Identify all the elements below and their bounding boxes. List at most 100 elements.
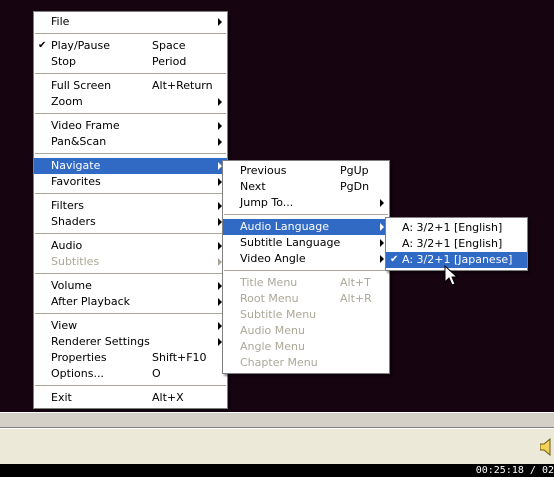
menu-item-label: Audio [51,239,83,252]
main-menu-item-subtitles: Subtitles [34,254,227,270]
menu-item-shortcut: O [152,367,161,380]
navigate-menu-item-subtitle-menu: Subtitle Menu [223,307,389,323]
main-menu-item-exit[interactable]: Exit Alt+X [34,390,227,406]
navigate-menu-item-subtitle-language[interactable]: Subtitle Language [223,235,389,251]
menu-separator [35,113,226,114]
navigate-submenu: Previous PgUp Next PgDn Jump To... Audio Lang… [222,160,390,374]
control-bar [0,428,554,464]
menu-item-label: Options... [51,367,104,380]
menu-item-shortcut: Period [152,55,187,68]
menu-item-label: Properties [51,351,107,364]
menu-item-label: Video Angle [240,252,306,265]
main-menu-item-zoom[interactable]: Zoom [34,94,227,110]
menu-item-label: A: 3/2+1 [English] [402,221,503,234]
menu-separator [35,73,226,74]
main-menu-item-file[interactable]: File [34,14,227,30]
main-menu-item-full-screen[interactable]: Full Screen Alt+Return [34,78,227,94]
menu-item-label: Audio Menu [240,324,305,337]
menu-item-shortcut: Shift+F10 [152,351,207,364]
main-menu-item-volume[interactable]: Volume [34,278,227,294]
main-menu-item-video-frame[interactable]: Video Frame [34,118,227,134]
menu-item-label: Next [240,180,266,193]
menu-item-label: Play/Pause [51,39,110,52]
menu-item-label: Filters [51,199,84,212]
main-menu-item-after-playback[interactable]: After Playback [34,294,227,310]
menu-item-label: Exit [51,391,72,404]
menu-item-label: Subtitle Menu [240,308,317,321]
submenu-arrow-icon [380,239,384,247]
submenu-arrow-icon [218,98,222,106]
main-menu-item-play-pause[interactable]: ✔ Play/Pause Space [34,38,227,54]
menu-separator [35,385,226,386]
mouse-pointer-icon [444,265,458,286]
menu-item-label: Renderer Settings [51,335,150,348]
main-menu-item-renderer-settings[interactable]: Renderer Settings [34,334,227,350]
main-menu-item-favorites[interactable]: Favorites [34,174,227,190]
navigate-menu-item-audio-menu: Audio Menu [223,323,389,339]
menu-item-label: File [51,15,70,28]
menu-item-label: Navigate [51,159,101,172]
submenu-arrow-icon [218,138,222,146]
main-menu-item-filters[interactable]: Filters [34,198,227,214]
menu-item-label: Chapter Menu [240,356,318,369]
seek-bar[interactable] [0,412,554,428]
menu-item-shortcut: Alt+T [340,276,371,289]
menu-item-label: Favorites [51,175,101,188]
menu-item-label: Subtitle Language [240,236,341,249]
menu-item-label: Angle Menu [240,340,306,353]
submenu-arrow-icon [380,255,384,263]
navigate-menu-item-video-angle[interactable]: Video Angle [223,251,389,267]
menu-item-label: Shaders [51,215,96,228]
context-menu-main: File ✔ Play/Pause Space Stop Period Full Scree… [33,11,228,409]
menu-item-shortcut: PgDn [340,180,370,193]
navigate-menu-item-title-menu: Title Menu Alt+T [223,275,389,291]
menu-separator [35,193,226,194]
audio-language-item-a-3-2-1-english[interactable]: A: 3/2+1 [English] [386,220,527,236]
menu-item-label: Root Menu [240,292,299,305]
navigate-menu-item-root-menu: Root Menu Alt+R [223,291,389,307]
menu-item-shortcut: Space [152,39,186,52]
checkmark-icon: ✔ [38,40,47,51]
status-bar: 00:25:18 / 02 [0,464,554,477]
main-menu-item-properties[interactable]: Properties Shift+F10 [34,350,227,366]
main-menu-item-shaders[interactable]: Shaders [34,214,227,230]
menu-separator [35,233,226,234]
menu-item-label: Audio Language [240,220,330,233]
navigate-menu-item-chapter-menu: Chapter Menu [223,355,389,371]
checkmark-icon: ✔ [390,254,399,265]
menu-item-label: Volume [51,279,92,292]
speaker-icon[interactable] [540,438,554,456]
menu-item-label: Title Menu [240,276,298,289]
menu-separator [224,270,388,271]
menu-item-label: Stop [51,55,77,68]
main-menu-item-navigate[interactable]: Navigate [34,158,227,174]
navigate-menu-item-previous[interactable]: Previous PgUp [223,163,389,179]
menu-item-label: Jump To... [240,196,294,209]
navigate-menu-item-angle-menu: Angle Menu [223,339,389,355]
main-menu-item-stop[interactable]: Stop Period [34,54,227,70]
audio-language-item-a-3-2-1-english[interactable]: A: 3/2+1 [English] [386,236,527,252]
navigate-menu-item-audio-language[interactable]: Audio Language [223,219,389,235]
menu-item-shortcut: Alt+Return [152,79,213,92]
submenu-arrow-icon [218,18,222,26]
menu-item-label: Full Screen [51,79,112,92]
menu-item-label: Zoom [51,95,83,108]
menu-item-shortcut: Alt+R [340,292,372,305]
menu-separator [35,313,226,314]
navigate-menu-item-jump-to[interactable]: Jump To... [223,195,389,211]
menu-item-label: A: 3/2+1 [English] [402,237,503,250]
menu-separator [35,273,226,274]
menu-item-shortcut: PgUp [340,164,369,177]
menu-item-label: After Playback [51,295,130,308]
main-menu-item-audio[interactable]: Audio [34,238,227,254]
menu-item-shortcut: Alt+X [152,391,184,404]
navigate-menu-item-next[interactable]: Next PgDn [223,179,389,195]
playback-time: 00:25:18 / 02 [475,465,554,476]
main-menu-item-panandscan[interactable]: Pan&Scan [34,134,227,150]
main-menu-item-options[interactable]: Options... O [34,366,227,382]
main-menu-item-view[interactable]: View [34,318,227,334]
menu-item-label: Subtitles [51,255,100,268]
menu-item-label: Pan&Scan [51,135,107,148]
menu-separator [224,214,388,215]
menu-item-label: Previous [240,164,287,177]
